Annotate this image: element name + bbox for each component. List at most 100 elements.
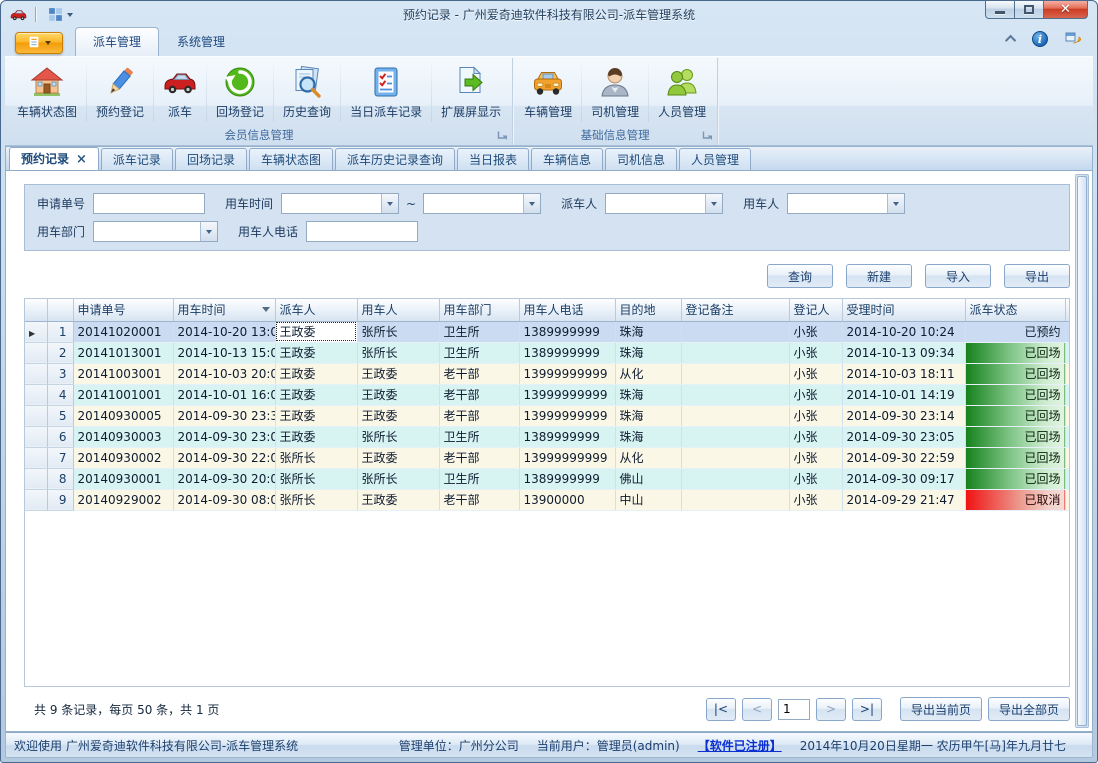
grid-cell[interactable]: 13999999999 [519, 363, 615, 384]
row-indicator-cell[interactable]: ▶ [25, 321, 47, 342]
ribbon-button[interactable]: 回场登记 [208, 60, 272, 126]
status-cell[interactable]: 已回场 [965, 384, 1065, 405]
grid-cell[interactable]: 王政委 [275, 405, 357, 426]
grid-cell[interactable]: 1389999999 [519, 342, 615, 363]
ribbon-button[interactable]: 历史查询 [275, 60, 339, 126]
grid-cell[interactable]: 王政委 [357, 489, 439, 510]
column-header[interactable]: 申请单号 [73, 299, 173, 321]
scrollbar-thumb[interactable] [1077, 176, 1087, 726]
grid-cell[interactable]: 1389999999 [519, 468, 615, 489]
grid-cell[interactable]: 珠海 [615, 426, 681, 447]
grid-cell[interactable]: 佛山 [615, 468, 681, 489]
grid-cell[interactable]: 珠海 [615, 342, 681, 363]
grid-cell[interactable] [681, 363, 789, 384]
status-cell[interactable]: 已回场 [965, 405, 1065, 426]
grid-cell[interactable]: 从化 [615, 363, 681, 384]
close-button[interactable]: ✕ [1043, 0, 1088, 19]
grid-cell[interactable]: 2014-10-13 09:34 [842, 342, 965, 363]
grid-cell[interactable]: 小张 [789, 321, 842, 342]
status-cell[interactable]: 已预约 [965, 321, 1065, 342]
ribbon-button[interactable]: 派车 [155, 60, 205, 126]
status-cell[interactable]: 已回场 [965, 342, 1065, 363]
combo-arrow-icon[interactable] [523, 194, 540, 213]
row-indicator-cell[interactable] [25, 363, 47, 384]
grid-cell[interactable]: 王政委 [357, 447, 439, 468]
app-menu-button[interactable] [15, 32, 63, 54]
grid-cell[interactable] [681, 447, 789, 468]
car-user-combo[interactable] [787, 193, 905, 214]
grid-cell[interactable]: 1389999999 [519, 321, 615, 342]
grid-cell[interactable]: 珠海 [615, 405, 681, 426]
grid-cell[interactable]: 2014-09-30 09:17 [842, 468, 965, 489]
combo-arrow-icon[interactable] [200, 222, 217, 241]
column-filter-icon[interactable] [262, 307, 270, 312]
grid-cell[interactable]: 2014-09-30 23:14 [842, 405, 965, 426]
row-number-cell[interactable]: 4 [47, 384, 73, 405]
export-button[interactable]: 导出 [1004, 264, 1070, 288]
grid-cell[interactable]: 王政委 [275, 426, 357, 447]
column-header[interactable]: 目的地 [615, 299, 681, 321]
dialog-launcher-icon[interactable] [702, 130, 713, 141]
next-page-button[interactable]: > [816, 698, 846, 721]
row-indicator-cell[interactable] [25, 342, 47, 363]
dispatcher-combo[interactable] [605, 193, 723, 214]
grid-cell[interactable]: 2014-10-03 20:00 [173, 363, 275, 384]
grid-cell[interactable]: 20140930002 [73, 447, 173, 468]
document-tab[interactable]: 预约记录× [9, 147, 99, 170]
grid-cell[interactable]: 老干部 [439, 405, 519, 426]
dept-combo[interactable] [93, 221, 218, 242]
grid-cell[interactable]: 2014-10-20 13:00 [173, 321, 275, 342]
grid-cell[interactable]: 卫生所 [439, 468, 519, 489]
grid-cell[interactable]: 王政委 [357, 363, 439, 384]
status-cell[interactable]: 已回场 [965, 468, 1065, 489]
grid-cell[interactable]: 2014-09-30 23:30 [173, 405, 275, 426]
grid-cell[interactable]: 2014-10-13 15:00 [173, 342, 275, 363]
row-number-cell[interactable]: 8 [47, 468, 73, 489]
grid-cell[interactable] [681, 426, 789, 447]
ribbon-button[interactable]: 当日派车记录 [342, 60, 430, 126]
row-number-cell[interactable]: 3 [47, 363, 73, 384]
grid-cell[interactable]: 张所长 [275, 468, 357, 489]
grid-cell[interactable]: 卫生所 [439, 342, 519, 363]
grid-cell[interactable]: 老干部 [439, 363, 519, 384]
ribbon-button[interactable]: 扩展屏显示 [433, 60, 509, 126]
grid-cell[interactable]: 王政委 [357, 384, 439, 405]
row-number-cell[interactable]: 2 [47, 342, 73, 363]
maximize-button[interactable] [1014, 0, 1043, 19]
grid-cell[interactable]: 2014-09-29 21:47 [842, 489, 965, 510]
ribbon-button[interactable]: 司机管理 [583, 60, 647, 126]
quick-access-toolbar-button[interactable] [44, 5, 76, 24]
row-number-cell[interactable]: 9 [47, 489, 73, 510]
grid-cell[interactable]: 20141013001 [73, 342, 173, 363]
grid-cell[interactable]: 20141001001 [73, 384, 173, 405]
grid-cell[interactable]: 13999999999 [519, 447, 615, 468]
grid-cell[interactable]: 张所长 [275, 489, 357, 510]
grid-cell[interactable]: 13999999999 [519, 384, 615, 405]
grid-cell[interactable] [681, 342, 789, 363]
document-tab[interactable]: 司机信息 [605, 148, 677, 170]
status-cell[interactable]: 已取消 [965, 489, 1065, 510]
grid-cell[interactable]: 张所长 [357, 321, 439, 342]
row-indicator-cell[interactable] [25, 468, 47, 489]
column-header[interactable]: 登记备注 [681, 299, 789, 321]
grid-cell[interactable]: 小张 [789, 489, 842, 510]
grid-cell[interactable] [681, 405, 789, 426]
column-header[interactable]: 派车人 [275, 299, 357, 321]
column-header[interactable]: 用车部门 [439, 299, 519, 321]
dialog-launcher-icon[interactable] [497, 130, 508, 141]
grid-cell[interactable]: 王政委 [275, 384, 357, 405]
grid-cell[interactable]: 2014-09-30 22:59 [842, 447, 965, 468]
use-time-from-combo[interactable] [281, 193, 399, 214]
grid-cell[interactable]: 20140930003 [73, 426, 173, 447]
column-header[interactable]: 派车状态 [965, 299, 1065, 321]
grid-cell[interactable]: 2014-10-03 18:11 [842, 363, 965, 384]
grid-cell[interactable]: 张所长 [275, 447, 357, 468]
grid-cell[interactable]: 13999999999 [519, 405, 615, 426]
status-cell[interactable]: 已回场 [965, 447, 1065, 468]
ribbon-button[interactable]: 预约登记 [88, 60, 152, 126]
column-header[interactable]: 用车人电话 [519, 299, 615, 321]
grid-cell[interactable]: 1389999999 [519, 426, 615, 447]
combo-arrow-icon[interactable] [887, 194, 904, 213]
grid-cell[interactable]: 卫生所 [439, 321, 519, 342]
status-cell[interactable]: 已回场 [965, 363, 1065, 384]
